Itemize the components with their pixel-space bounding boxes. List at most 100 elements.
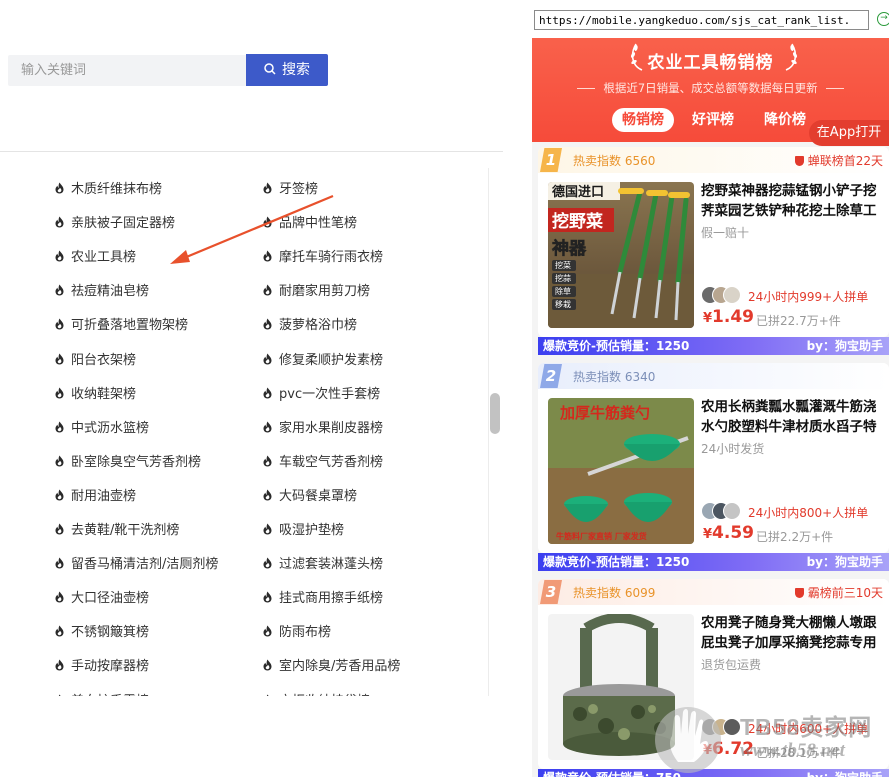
tab-bestseller[interactable]: 畅销榜 — [612, 108, 674, 132]
rank-list-label: 车载空气芳香剂榜 — [279, 454, 384, 470]
scrollbar-thumb[interactable] — [490, 393, 500, 434]
rank-list-item[interactable]: 卧室除臭空气芳香剂榜 — [55, 451, 201, 470]
rank-list-item[interactable]: 木质纤维抹布榜 — [55, 178, 162, 197]
rank-list-item[interactable]: 不锈钢簸箕榜 — [55, 621, 149, 640]
rank-list-item[interactable]: 可折叠落地置物架榜 — [55, 314, 188, 333]
fire-icon — [55, 557, 64, 569]
svg-text:加厚牛筋粪勺: 加厚牛筋粪勺 — [559, 404, 650, 422]
rank-list-item[interactable]: 室内除臭/芳香用品榜 — [263, 655, 400, 674]
rank-list-label: 室内除臭/芳香用品榜 — [279, 659, 401, 675]
fire-icon — [55, 216, 64, 228]
rank-list-item[interactable]: 品牌中性笔榜 — [263, 212, 357, 231]
rank-list-item[interactable]: 吸湿护垫榜 — [263, 519, 344, 538]
fire-icon — [55, 659, 64, 671]
product-image[interactable]: 德国进口 挖野菜 神器 挖菜 挖蒜 除草 移栽 — [548, 182, 694, 328]
rank-list-label: 农业工具榜 — [71, 250, 137, 266]
rank-list-item[interactable]: 中式沥水篮榜 — [55, 417, 149, 436]
fire-icon — [58, 694, 61, 696]
rank-list-item[interactable]: 大口径油壶榜 — [55, 587, 149, 606]
fire-icon — [263, 387, 272, 399]
search-input[interactable]: 输入关键词 — [8, 55, 246, 86]
svg-text:除草: 除草 — [555, 286, 571, 296]
buyer-avatars — [701, 502, 741, 520]
fire-icon — [263, 455, 272, 467]
rank-list-label: 收纳鞋架榜 — [71, 386, 137, 402]
rank-list-item[interactable]: 耐用油壶榜 — [55, 485, 136, 504]
go-icon[interactable]: → — [877, 12, 889, 26]
url-input[interactable]: https://mobile.yangkeduo.com/sjs_cat_ran… — [534, 10, 869, 30]
rank-list-item[interactable]: 耐磨家用剪刀榜 — [263, 280, 370, 299]
rank-list-item[interactable]: 阳台衣架榜 — [55, 349, 136, 368]
sold-count: 已拼22.7万+件 — [756, 314, 841, 328]
product-title[interactable]: 挖野菜神器挖蒜锰钢小铲子挖荠菜园艺铁铲种花挖土除草工 — [701, 181, 883, 221]
fire-icon — [55, 489, 64, 501]
rank-list-item[interactable]: 修复柔顺护发素榜 — [263, 349, 383, 368]
rank-list-item[interactable]: 牙签榜 — [263, 178, 318, 197]
laurel-right-icon — [785, 43, 798, 71]
group-buy-count: 24小时内800+人拼单 — [748, 506, 869, 520]
rank-list-item[interactable]: pvc一次性手套榜 — [263, 383, 380, 402]
rank-list-item[interactable]: 过滤套装淋蓬头榜 — [263, 553, 383, 572]
group-buy-count: 24小时内999+人拼单 — [748, 290, 869, 304]
fire-icon — [263, 250, 272, 262]
rank-list-item[interactable]: 农业工具榜 — [55, 246, 136, 265]
fire-icon — [263, 421, 272, 433]
product-promise: 24小时发货 — [701, 442, 765, 456]
rank-list-item[interactable]: 去黄鞋/靴干洗剂榜 — [55, 519, 179, 538]
rank-list-label: 祛痘精油皂榜 — [71, 284, 150, 300]
rank-list-item[interactable]: 美白护手霜榜 — [55, 690, 149, 696]
fire-icon — [55, 421, 64, 433]
fire-icon — [263, 659, 272, 671]
product-title[interactable]: 农用凳子随身凳大棚懒人墩跟屁虫凳子加厚采摘凳挖蒜专用 — [701, 613, 883, 653]
product-card[interactable]: 1 热卖指数 6560 蝉联榜首22天 德国进口 挖野菜 神器 挖菜 挖蒜 除草… — [538, 147, 889, 337]
rank-list-label: 耐用油壶榜 — [71, 488, 137, 504]
rank-list-item[interactable]: 防雨布榜 — [263, 621, 331, 640]
divider — [0, 151, 503, 152]
rank-list-item[interactable]: 摩托车骑行雨衣榜 — [263, 246, 383, 265]
rank-list-label: 耐磨家用剪刀榜 — [279, 284, 371, 300]
buyer-avatars — [701, 286, 741, 304]
product-title[interactable]: 农用长柄粪瓢水瓢灌溉牛筋浇水勺胶塑料牛津材质水舀子特 — [701, 397, 883, 437]
card-header: 1 热卖指数 6560 蝉联榜首22天 — [538, 147, 889, 173]
rank-list-item[interactable]: 家用水果削皮器榜 — [263, 417, 383, 436]
rank-list-item[interactable]: 亲肤被子固定器榜 — [55, 212, 175, 231]
rank-list-item[interactable]: 挂式商用擦手纸榜 — [263, 587, 383, 606]
card-header: 2 热卖指数 6340 — [538, 363, 889, 389]
rank-list-item[interactable]: 大码餐桌罩榜 — [263, 485, 357, 504]
rank-list-item[interactable]: 衣柜收纳挂袋榜 — [263, 690, 370, 696]
site-watermark: TB58卖家网 www.tb58.net — [650, 700, 889, 777]
mobile-preview: https://mobile.yangkeduo.com/sjs_cat_ran… — [532, 0, 889, 777]
rank-list-item[interactable]: 手动按摩器榜 — [55, 655, 149, 674]
rank-list-item[interactable]: 祛痘精油皂榜 — [55, 280, 149, 299]
product-card[interactable]: 2 热卖指数 6340 加厚牛筋粪勺 牛筋料厂家直销 厂家发货 农用长柄粪瓢水瓢… — [538, 363, 889, 553]
search-button[interactable]: 搜索 — [246, 54, 328, 86]
svg-text:牛筋料厂家直销 厂家发货: 牛筋料厂家直销 厂家发货 — [556, 531, 647, 541]
fire-icon — [263, 318, 272, 330]
rank-list-label: 修复柔顺护发素榜 — [279, 352, 384, 368]
hand-logo-icon — [655, 707, 721, 773]
rank-list-label: 不锈钢簸箕榜 — [71, 625, 150, 641]
watermark-url: www.tb58.net — [740, 740, 845, 761]
rank-list-label: 菠萝格浴巾榜 — [279, 318, 358, 334]
rank-list-viewport[interactable]: 木质纤维抹布榜 牙签榜亲肤被子固定器榜 品牌中性笔榜农业工具榜 摩托车骑行雨衣榜祛痘精… — [0, 168, 489, 696]
rank-list-item[interactable]: 车载空气芳香剂榜 — [263, 451, 383, 470]
rank-list-label: 阳台衣架榜 — [71, 352, 137, 368]
rank-list-item[interactable]: 留香马桶清洁剂/洁厕剂榜 — [55, 553, 218, 572]
product-price: ¥1.49 — [703, 307, 754, 327]
tab-price-drop[interactable]: 降价榜 — [764, 108, 806, 132]
rank-title: 农业工具畅销榜 — [647, 53, 774, 73]
rank-list-label: 防雨布榜 — [279, 625, 332, 641]
rank-list-label: 挂式商用擦手纸榜 — [279, 591, 384, 607]
address-bar: https://mobile.yangkeduo.com/sjs_cat_ran… — [532, 0, 889, 38]
fire-icon — [55, 523, 64, 535]
rank-list-item[interactable]: 菠萝格浴巾榜 — [263, 314, 357, 333]
rank-list-label: 品牌中性笔榜 — [279, 216, 358, 232]
tab-top-rated[interactable]: 好评榜 — [692, 108, 734, 132]
product-image[interactable]: 加厚牛筋粪勺 牛筋料厂家直销 厂家发货 — [548, 398, 694, 544]
open-in-app-button[interactable]: 在App打开 — [809, 120, 889, 146]
rank-list-label: 过滤套装淋蓬头榜 — [279, 557, 384, 573]
rank-list-item[interactable]: 收纳鞋架榜 — [55, 383, 136, 402]
fire-icon — [263, 182, 272, 194]
svg-text:移栽: 移栽 — [555, 299, 571, 309]
fire-icon — [266, 694, 269, 696]
